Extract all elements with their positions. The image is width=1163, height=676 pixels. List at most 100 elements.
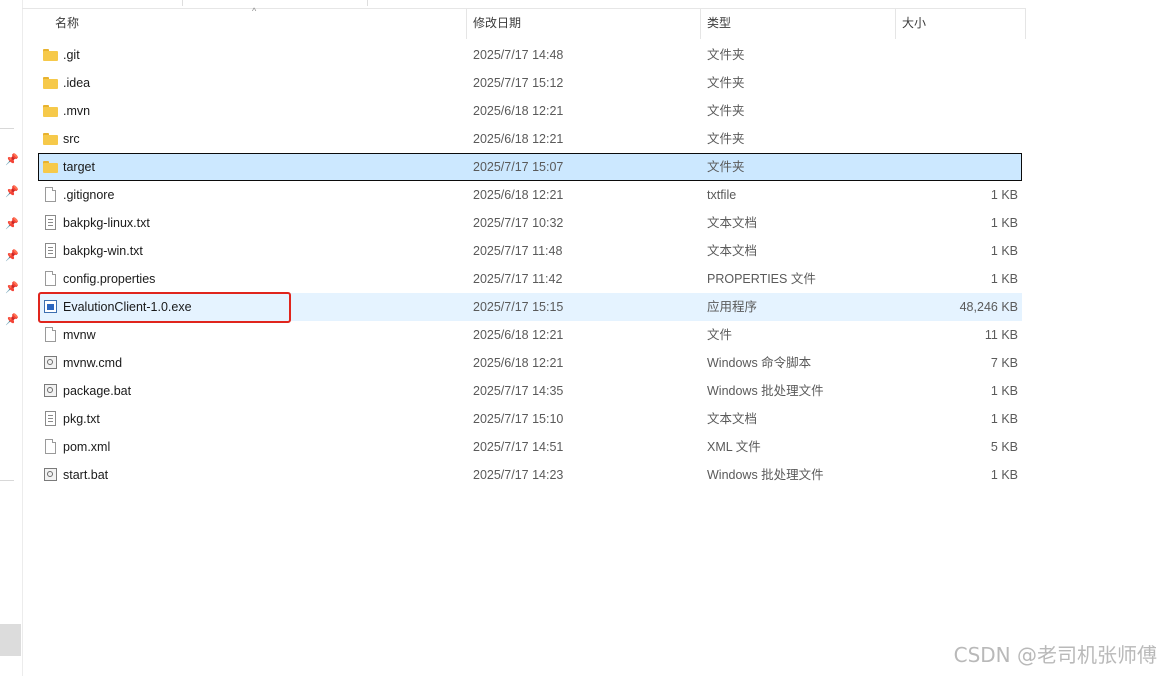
text-file-icon (45, 215, 56, 230)
file-name: mvnw.cmd (63, 356, 123, 370)
file-type: 文件夹 (707, 48, 745, 62)
file-name: pkg.txt (63, 412, 100, 426)
file-date-modified: 2025/7/17 10:32 (473, 216, 564, 230)
pin-icon[interactable]: 📌 (5, 154, 19, 166)
script-icon (44, 356, 57, 369)
file-row[interactable]: .gitignore 2025/6/18 12:21 txtfile 1 KB (38, 181, 1022, 209)
file-icon (45, 327, 56, 342)
file-size: 7 KB (990, 356, 1018, 370)
pin-icon[interactable]: 📌 (5, 218, 19, 230)
column-name-header[interactable]: 名称 (55, 9, 79, 39)
column-size-header[interactable]: 大小 (902, 9, 926, 39)
file-row[interactable]: mvnw.cmd 2025/6/18 12:21 Windows 命令脚本 7 KB (38, 349, 1022, 377)
file-size: 1 KB (990, 412, 1018, 426)
file-type: 文件 (707, 328, 733, 342)
file-size: 11 KB (984, 328, 1018, 342)
column-type-header[interactable]: 类型 (707, 9, 731, 39)
file-row[interactable]: bakpkg-win.txt 2025/7/17 11:48 文本文档 1 KB (38, 237, 1022, 265)
column-separator[interactable] (700, 9, 701, 39)
file-date-modified: 2025/7/17 15:15 (473, 300, 564, 314)
scrollbar-thumb[interactable] (0, 624, 21, 656)
file-row[interactable]: mvnw 2025/6/18 12:21 文件 11 KB (38, 321, 1022, 349)
file-icon (45, 439, 56, 454)
file-date-modified: 2025/6/18 12:21 (473, 356, 564, 370)
file-row[interactable]: .mvn 2025/6/18 12:21 文件夹 (38, 97, 1022, 125)
file-size: 1 KB (990, 244, 1018, 258)
toolbar-edge (22, 0, 1163, 8)
file-row[interactable]: target 2025/7/17 15:07 文件夹 (38, 153, 1022, 181)
column-separator[interactable] (895, 9, 896, 39)
file-name: target (63, 160, 95, 174)
highlight-annotation (38, 292, 291, 323)
file-size: 5 KB (990, 440, 1018, 454)
file-type: PROPERTIES 文件 (707, 272, 816, 286)
file-type: 应用程序 (707, 300, 758, 314)
file-row[interactable]: .git 2025/7/17 14:48 文件夹 (38, 41, 1022, 69)
file-icon (45, 271, 56, 286)
text-file-icon (45, 243, 56, 258)
file-size: 1 KB (990, 468, 1018, 482)
divider (0, 480, 14, 481)
file-icon (45, 187, 56, 202)
column-date-header[interactable]: 修改日期 (473, 9, 521, 39)
file-type: 文本文档 (707, 244, 758, 258)
column-header: ^ 名称 修改日期 类型 大小 (22, 6, 1026, 39)
file-date-modified: 2025/7/17 15:12 (473, 76, 564, 90)
file-name: .idea (63, 76, 91, 90)
file-name: .mvn (63, 104, 91, 118)
file-name: bakpkg-win.txt (63, 244, 143, 258)
file-size: 48,246 KB (959, 300, 1018, 314)
file-date-modified: 2025/7/17 15:07 (473, 160, 564, 174)
file-size: 1 KB (990, 384, 1018, 398)
column-separator[interactable] (1025, 9, 1026, 39)
file-type: Windows 批处理文件 (707, 384, 824, 398)
file-type: 文件夹 (707, 160, 745, 174)
column-separator[interactable] (466, 9, 467, 39)
file-date-modified: 2025/7/17 15:10 (473, 412, 564, 426)
file-type: Windows 批处理文件 (707, 468, 824, 482)
file-name: .git (63, 48, 80, 62)
pin-icon[interactable]: 📌 (5, 314, 19, 326)
divider (0, 128, 14, 129)
file-row[interactable]: pom.xml 2025/7/17 14:51 XML 文件 5 KB (38, 433, 1022, 461)
file-row[interactable]: start.bat 2025/7/17 14:23 Windows 批处理文件 1 K… (38, 461, 1022, 489)
pin-icon[interactable]: 📌 (5, 282, 19, 294)
file-size: 1 KB (990, 216, 1018, 230)
file-row[interactable]: src 2025/6/18 12:21 文件夹 (38, 125, 1022, 153)
file-row[interactable]: package.bat 2025/7/17 14:35 Windows 批处理文件 1… (38, 377, 1022, 405)
file-date-modified: 2025/7/17 14:35 (473, 384, 564, 398)
folder-icon (43, 133, 58, 145)
file-type: 文本文档 (707, 216, 758, 230)
file-type: XML 文件 (707, 440, 761, 454)
file-date-modified: 2025/7/17 14:51 (473, 440, 564, 454)
file-date-modified: 2025/6/18 12:21 (473, 132, 564, 146)
file-date-modified: 2025/7/17 11:42 (473, 272, 563, 286)
sort-ascending-icon: ^ (252, 6, 257, 16)
file-type: txtfile (707, 188, 737, 202)
watermark: CSDN @老司机张师傅 (953, 643, 1157, 667)
folder-icon (43, 161, 58, 173)
file-row[interactable]: .idea 2025/7/17 15:12 文件夹 (38, 69, 1022, 97)
script-icon (44, 384, 57, 397)
file-name: package.bat (63, 384, 132, 398)
folder-icon (43, 105, 58, 117)
file-size: 1 KB (990, 188, 1018, 202)
file-type: Windows 命令脚本 (707, 356, 812, 370)
folder-icon (43, 49, 58, 61)
file-type: 文件夹 (707, 76, 745, 90)
file-name: .gitignore (63, 188, 115, 202)
file-type: 文件夹 (707, 132, 745, 146)
folder-icon (43, 77, 58, 89)
file-row[interactable]: config.properties 2025/7/17 11:42 PROPERTI… (38, 265, 1022, 293)
file-row[interactable]: bakpkg-linux.txt 2025/7/17 10:32 文本文档 1 KB (38, 209, 1022, 237)
file-name: bakpkg-linux.txt (63, 216, 150, 230)
file-date-modified: 2025/7/17 11:48 (473, 244, 563, 258)
pin-icon[interactable]: 📌 (5, 186, 19, 198)
file-date-modified: 2025/7/17 14:23 (473, 468, 564, 482)
file-row[interactable]: pkg.txt 2025/7/17 15:10 文本文档 1 KB (38, 405, 1022, 433)
file-date-modified: 2025/6/18 12:21 (473, 104, 564, 118)
pin-icon[interactable]: 📌 (5, 250, 19, 262)
file-name: start.bat (63, 468, 109, 482)
file-size: 1 KB (990, 272, 1018, 286)
text-file-icon (45, 411, 56, 426)
